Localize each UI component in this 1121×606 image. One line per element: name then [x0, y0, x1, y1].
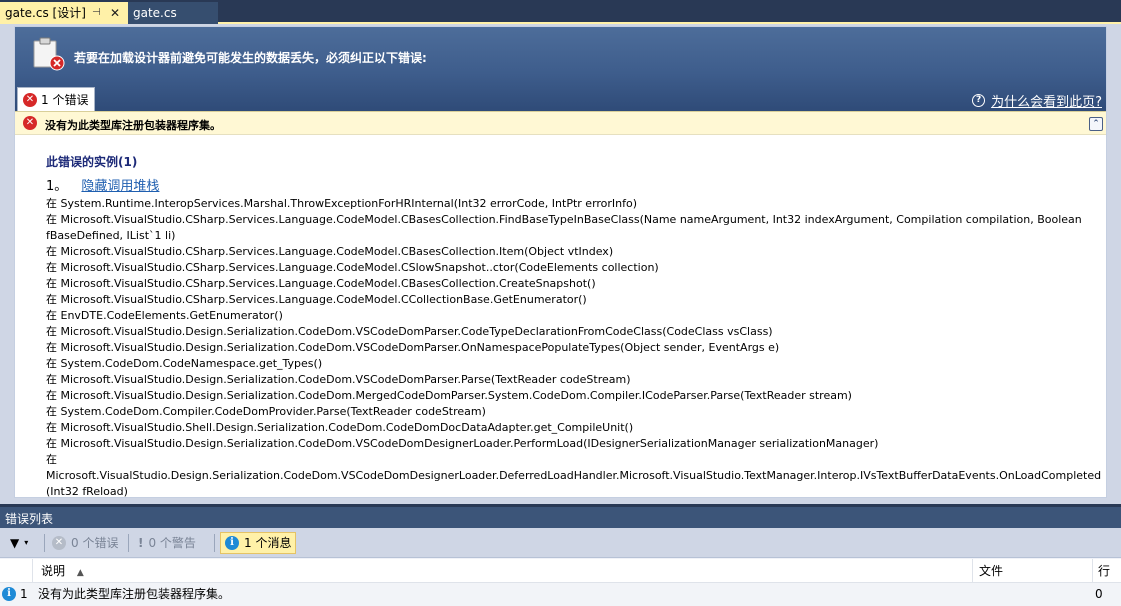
help-icon: ?	[972, 94, 986, 107]
stack-trace-line: 在 System.Runtime.InteropServices.Marshal…	[46, 197, 638, 210]
clipboard-error-icon	[33, 37, 65, 71]
table-row[interactable]: i 1 没有为此类型库注册包装器程序集。 0	[0, 583, 1121, 606]
row-index: 1	[20, 587, 28, 601]
error-list-toolbar: ▼ ▾ ✕ 0 个错误 ! 0 个警告 i 1 个消息	[0, 528, 1121, 558]
instance-number: 1。	[46, 179, 68, 194]
error-count-label: 1 个错误	[41, 92, 89, 107]
stack-trace-line: 在 Microsoft.VisualStudio.CSharp.Services…	[46, 293, 587, 306]
pin-icon[interactable]: ⊣	[92, 2, 101, 24]
messages-filter-button[interactable]: i 1 个消息	[220, 532, 297, 554]
error-message-bar: ✕ 没有为此类型库注册包装器程序集。 ⌃	[15, 111, 1106, 135]
error-count-tab[interactable]: ✕ 1 个错误	[17, 87, 96, 111]
stack-trace-line: 在 EnvDTE.CodeElements.GetEnumerator()	[46, 309, 283, 322]
row-line: 0	[1095, 587, 1103, 601]
stack-trace-line: 在 Microsoft.VisualStudio.Shell.Design.Se…	[46, 421, 634, 434]
stack-trace-line: 在 System.CodeDom.CodeNamespace.get_Types…	[46, 357, 323, 370]
stack-trace-line: 在 Microsoft.VisualStudio.Design.Serializ…	[46, 373, 631, 386]
stack-trace-line: fBaseDefined, IList`1 li)	[46, 229, 176, 242]
collapse-chevron-icon[interactable]: ⌃	[1089, 117, 1103, 131]
stack-trace-line: 在 Microsoft.VisualStudio.CSharp.Services…	[46, 277, 596, 290]
stack-trace-line: 在 Microsoft.VisualStudio.Design.Serializ…	[46, 437, 879, 450]
stack-trace-line: 在 Microsoft.VisualStudio.CSharp.Services…	[46, 245, 614, 258]
stack-trace-line: 在 Microsoft.VisualStudio.CSharp.Services…	[46, 261, 659, 274]
designer-area: 若要在加载设计器前避免可能发生的数据丢失，必须纠正以下错误: ✕ 1 个错误 ?…	[0, 24, 1121, 504]
error-list-header-row: 说明 ▲ 文件 行	[0, 559, 1121, 583]
error-icon: ✕	[23, 92, 37, 107]
stack-trace: 在 System.Runtime.InteropServices.Marshal…	[46, 196, 1102, 498]
column-divider	[1092, 559, 1093, 583]
row-description: 没有为此类型库注册包装器程序集。	[38, 587, 231, 601]
errors-filter-button[interactable]: ✕ 0 个错误	[48, 532, 122, 554]
stack-trace-line: (Int32 fReload)	[46, 485, 128, 498]
stack-trace-line: 在 Microsoft.VisualStudio.Design.Serializ…	[46, 341, 780, 354]
column-header-label: 说明	[41, 564, 66, 578]
warning-icon: !	[138, 536, 144, 550]
error-page-panel: 若要在加载设计器前避免可能发生的数据丢失，必须纠正以下错误: ✕ 1 个错误 ?…	[14, 26, 1107, 498]
tab-gate-code[interactable]: gate.cs	[128, 2, 218, 24]
stack-trace-line: 在 System.CodeDom.Compiler.CodeDomProvide…	[46, 405, 486, 418]
stack-trace-line: 在 Microsoft.VisualStudio.Design.Serializ…	[46, 389, 852, 402]
toolbar-separator	[44, 534, 45, 552]
document-tab-strip: gate.cs [设计] ⊣ ✕ gate.cs	[0, 0, 1121, 24]
close-icon[interactable]: ✕	[110, 2, 120, 24]
hide-call-stack-link[interactable]: 隐藏调用堆栈	[81, 179, 159, 194]
why-link[interactable]: ? 为什么会看到此页?	[972, 91, 1102, 110]
header-title: 若要在加载设计器前避免可能发生的数据丢失，必须纠正以下错误:	[74, 51, 427, 65]
error-details: 此错误的实例(1) 1。 隐藏调用堆栈 在 System.Runtime.Int…	[46, 153, 1102, 498]
errors-filter-label: 0 个错误	[71, 536, 119, 550]
column-header-line[interactable]: 行	[1098, 559, 1110, 583]
instance-item: 1。 隐藏调用堆栈	[46, 175, 1101, 194]
error-page-header: 若要在加载设计器前避免可能发生的数据丢失，必须纠正以下错误: ✕ 1 个错误 ?…	[15, 27, 1106, 111]
error-list-window: 错误列表 ▼ ▾ ✕ 0 个错误 ! 0 个警告 i 1 个消息 说明 ▲ 文件…	[0, 504, 1121, 606]
error-list-title: 错误列表	[0, 504, 1121, 528]
chevron-down-icon: ▾	[24, 538, 29, 547]
warnings-filter-button[interactable]: ! 0 个警告	[134, 532, 200, 554]
tab-label: gate.cs	[133, 6, 177, 20]
error-icon: ✕	[52, 536, 66, 550]
tab-label: gate.cs [设计]	[5, 6, 86, 20]
column-divider	[32, 559, 33, 583]
stack-trace-line: 在 Microsoft.VisualStudio.Design.Serializ…	[46, 325, 773, 338]
info-icon: i	[2, 587, 16, 601]
toolbar-separator	[128, 534, 129, 552]
info-icon: i	[225, 536, 239, 550]
column-header-file[interactable]: 文件	[979, 559, 1003, 583]
warnings-filter-label: 0 个警告	[148, 536, 196, 550]
filter-icon: ▼	[10, 536, 20, 550]
sort-ascending-icon: ▲	[76, 568, 84, 578]
error-message: 没有为此类型库注册包装器程序集。	[45, 119, 221, 132]
column-divider	[972, 559, 973, 583]
instances-heading: 此错误的实例(1)	[46, 155, 138, 169]
error-icon: ✕	[23, 116, 37, 130]
filter-dropdown[interactable]: ▼ ▾	[6, 532, 32, 554]
stack-trace-line: 在 Microsoft.VisualStudio.Design.Serializ…	[46, 453, 1102, 482]
stack-trace-line: 在 Microsoft.VisualStudio.CSharp.Services…	[46, 213, 1082, 226]
messages-filter-label: 1 个消息	[244, 536, 292, 550]
toolbar-separator	[214, 534, 215, 552]
tab-gate-designer[interactable]: gate.cs [设计] ⊣ ✕	[0, 2, 128, 24]
column-header-description[interactable]: 说明 ▲	[41, 559, 84, 585]
why-link-text[interactable]: 为什么会看到此页?	[991, 91, 1102, 110]
